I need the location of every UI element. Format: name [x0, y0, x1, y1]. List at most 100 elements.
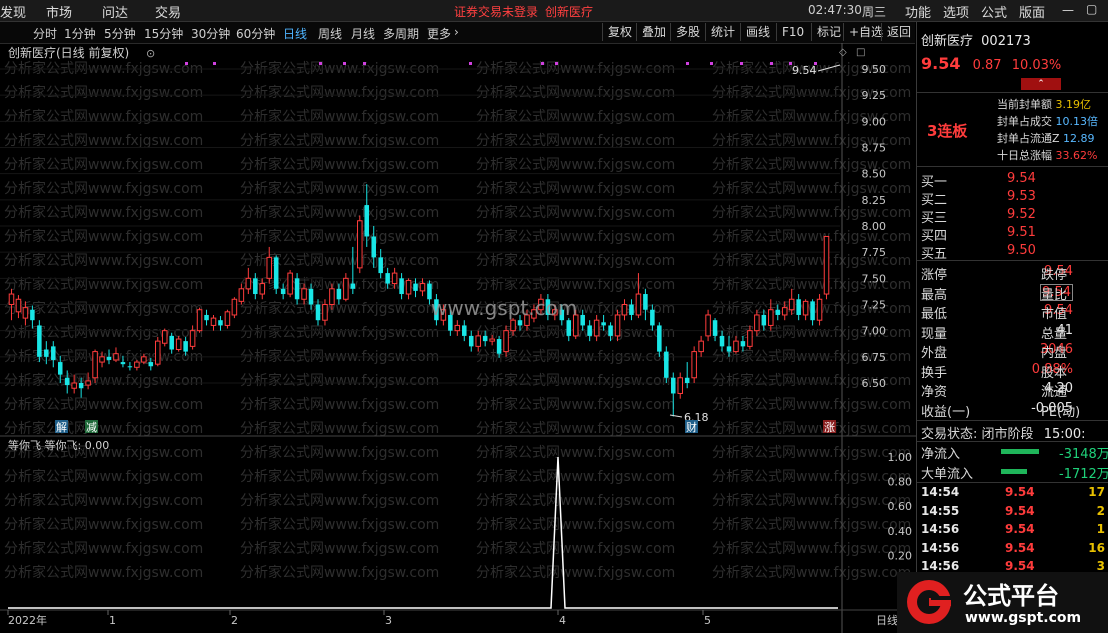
- menu-gongshi[interactable]: 公式: [981, 2, 1007, 21]
- watermark-text: 分析家公式网www.fxjgsw.com: [476, 492, 675, 509]
- tick-volume: 3: [1096, 559, 1105, 573]
- period-monthly[interactable]: 月线: [351, 25, 375, 42]
- square-icon[interactable]: □: [856, 47, 865, 58]
- candle-body: [169, 335, 174, 350]
- candle-body: [245, 277, 252, 290]
- bid-row[interactable]: 买一 9.54: [921, 171, 1108, 190]
- candle-body: [378, 257, 383, 274]
- period-daily[interactable]: 日线: [283, 25, 307, 42]
- indicator-tick: 0.20: [888, 549, 913, 562]
- tool-duogu[interactable]: 多股: [670, 23, 700, 41]
- tool-f10[interactable]: F10: [776, 23, 804, 41]
- diamond-icon[interactable]: ◇: [839, 47, 847, 58]
- chevron-up-icon[interactable]: ⌃: [1021, 78, 1061, 90]
- stats-row: 最低 9.54 市值: [921, 303, 1108, 322]
- tick-row: 14:54 9.54 17: [921, 485, 1108, 503]
- tool-fanhui[interactable]: 返回: [881, 23, 911, 41]
- candle-body: [510, 319, 516, 332]
- signal-dot: [555, 62, 558, 65]
- watermark-text: 分析家公式网www.fxjgsw.com: [240, 468, 439, 485]
- tool-huaxian[interactable]: 画线: [740, 23, 770, 41]
- candle-body: [301, 288, 307, 300]
- tool-zixuan[interactable]: +自选: [843, 23, 883, 41]
- candle-body: [238, 288, 245, 302]
- bid-row[interactable]: 买五 9.50: [921, 243, 1108, 262]
- signal-dot: [319, 62, 322, 65]
- candle-body: [92, 351, 98, 379]
- badge-title: 公式平台: [963, 582, 1059, 610]
- period-60min[interactable]: 60分钟: [236, 25, 275, 42]
- seal-label: 当前封单额: [997, 98, 1052, 111]
- candle-body: [475, 335, 481, 347]
- period-fenshi[interactable]: 分时: [33, 25, 57, 42]
- kline-chart[interactable]: 分析家公式网www.fxjgsw.com 分析家公式网www.fxjgsw.com…: [0, 43, 916, 633]
- period-multi[interactable]: 多周期: [383, 25, 419, 42]
- watermark-text: 分析家公式网www.fxjgsw.com: [476, 228, 675, 245]
- stats-label: 外盘: [921, 346, 948, 361]
- candle-body: [608, 325, 613, 336]
- tool-diejia[interactable]: 叠加: [636, 23, 666, 41]
- candle-body: [85, 380, 91, 386]
- period-more[interactable]: 更多: [427, 25, 451, 42]
- tool-biaoji[interactable]: 标记: [811, 23, 841, 41]
- stats-label: 最高: [921, 287, 948, 303]
- menu-xuanxiang[interactable]: 选项: [943, 2, 969, 21]
- watermark-text: 分析家公式网www.fxjgsw.com: [4, 252, 203, 269]
- flow-bar: [1001, 449, 1039, 454]
- stats-label-2: 股本: [1041, 365, 1068, 381]
- indicator-title: 等你飞 等你飞: 0.00: [8, 438, 109, 452]
- watermark-text: 分析家公式网www.fxjgsw.com: [712, 540, 911, 557]
- candle-body: [650, 309, 655, 326]
- minimize-icon[interactable]: —: [1062, 3, 1074, 17]
- bid-row[interactable]: 买四 9.51: [921, 225, 1108, 244]
- candle-body: [726, 346, 732, 352]
- period-weekly[interactable]: 周线: [318, 25, 342, 42]
- watermark-text: 分析家公式网www.fxjgsw.com: [476, 540, 675, 557]
- watermark-text: 分析家公式网www.fxjgsw.com: [240, 444, 439, 461]
- tick-time: 14:56: [921, 559, 960, 573]
- watermark-text: 分析家公式网www.fxjgsw.com: [240, 420, 439, 437]
- chevron-right-icon[interactable]: ›: [454, 25, 459, 39]
- period-30min[interactable]: 30分钟: [191, 25, 230, 42]
- clock: 02:47:30: [808, 3, 862, 17]
- seal-value: 10.13倍: [1055, 115, 1099, 128]
- tick-row: 14:55 9.54 2: [921, 504, 1108, 522]
- tool-fuquan[interactable]: 复权: [602, 23, 632, 41]
- login-status[interactable]: 证券交易未登录: [454, 3, 538, 20]
- menu-jiaoyi[interactable]: 交易: [155, 2, 181, 21]
- expand-icon[interactable]: ⊙: [146, 47, 155, 60]
- quote-price: 9.54: [921, 54, 961, 73]
- period-15min[interactable]: 15分钟: [144, 25, 183, 42]
- menu-gongneng[interactable]: 功能: [905, 2, 931, 21]
- candle-body: [204, 314, 209, 321]
- watermark-text: 分析家公式网www.fxjgsw.com: [4, 516, 203, 533]
- candle-body: [218, 320, 223, 326]
- seal-label: 十日总涨幅: [997, 149, 1052, 162]
- menu-banmian[interactable]: 版面: [1019, 2, 1045, 21]
- tick-row: 14:56 9.54 1: [921, 522, 1108, 540]
- seal-value: 3.19亿: [1055, 98, 1092, 111]
- stats-row: 换手 0.88% 股本: [921, 362, 1108, 381]
- candle-body: [566, 320, 572, 336]
- candle-body: [775, 309, 781, 315]
- candle-body: [705, 314, 711, 337]
- maximize-icon[interactable]: ▢: [1086, 2, 1097, 16]
- tick-price: 9.54: [1005, 559, 1035, 573]
- indicator-tick: 0.40: [888, 525, 913, 538]
- bid-row[interactable]: 买三 9.52: [921, 207, 1108, 226]
- signal-dot: [185, 62, 188, 65]
- period-5min[interactable]: 5分钟: [104, 25, 136, 42]
- bid-row[interactable]: 买二 9.53: [921, 189, 1108, 208]
- price-tick: 8.25: [862, 194, 887, 207]
- seal-label: 封单占成交: [997, 115, 1052, 128]
- period-1min[interactable]: 1分钟: [64, 25, 96, 42]
- bid-price: 9.51: [1007, 225, 1036, 240]
- menu-faxian[interactable]: 发现: [0, 2, 26, 21]
- time-label: 2: [231, 614, 238, 627]
- menu-shichang[interactable]: 市场: [46, 2, 72, 21]
- menu-wenda[interactable]: 问达: [102, 2, 128, 21]
- price-tick: 7.50: [862, 272, 887, 285]
- candle-body: [747, 330, 753, 347]
- tool-tongji[interactable]: 统计: [705, 23, 735, 41]
- time-label: 5: [704, 614, 711, 627]
